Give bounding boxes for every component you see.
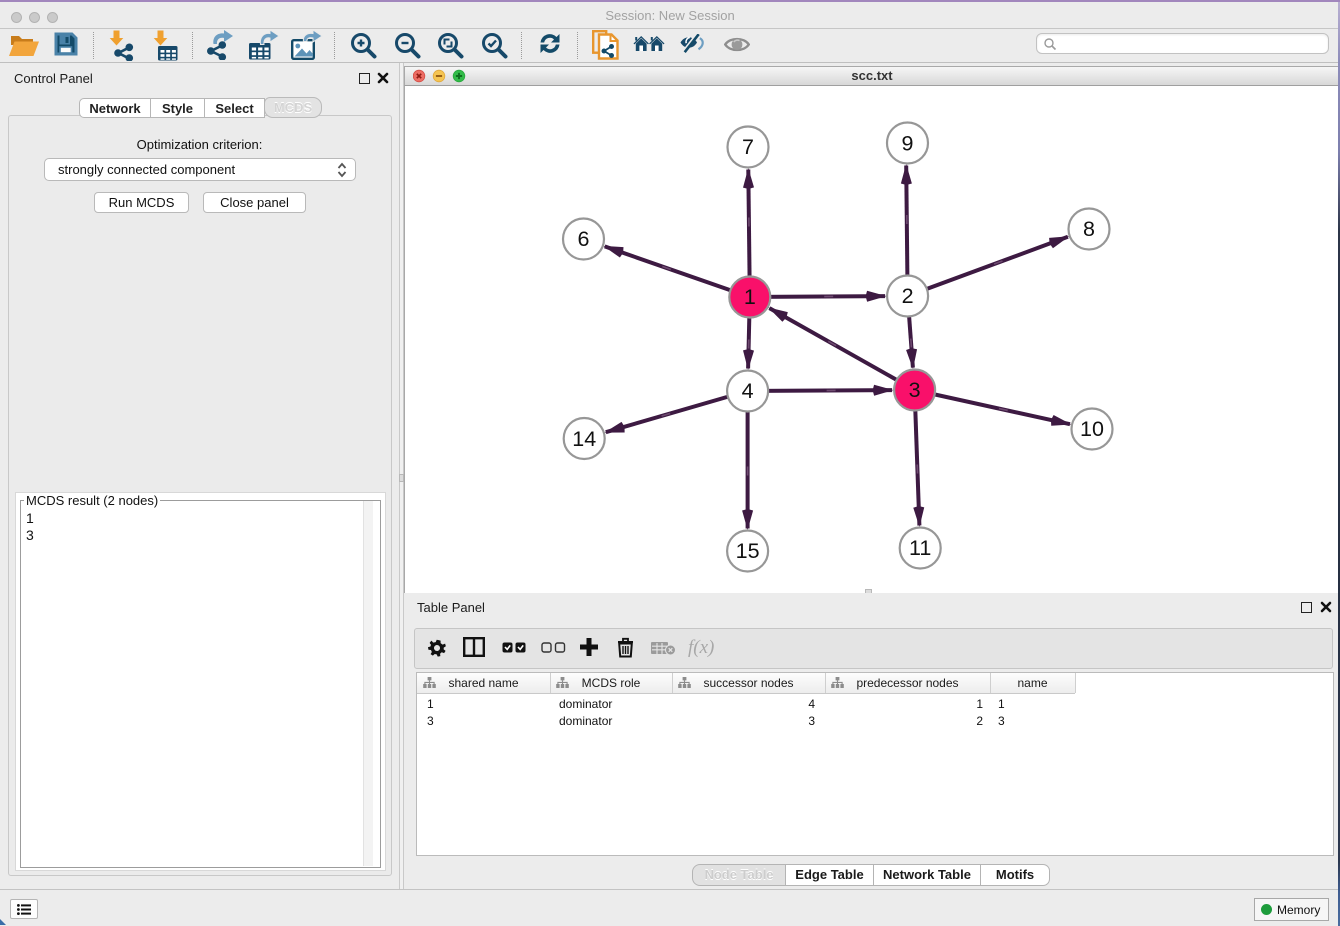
svg-text:2: 2 xyxy=(902,284,914,308)
svg-text:3: 3 xyxy=(909,378,921,402)
svg-text:11: 11 xyxy=(909,536,931,560)
svg-text:15: 15 xyxy=(736,539,760,563)
svg-text:14: 14 xyxy=(572,427,596,451)
svg-text:1: 1 xyxy=(744,285,756,309)
svg-text:6: 6 xyxy=(578,227,590,251)
svg-text:4: 4 xyxy=(742,379,754,403)
svg-text:8: 8 xyxy=(1083,217,1095,241)
svg-text:7: 7 xyxy=(742,135,754,159)
svg-text:10: 10 xyxy=(1080,417,1104,441)
svg-text:9: 9 xyxy=(902,132,914,156)
